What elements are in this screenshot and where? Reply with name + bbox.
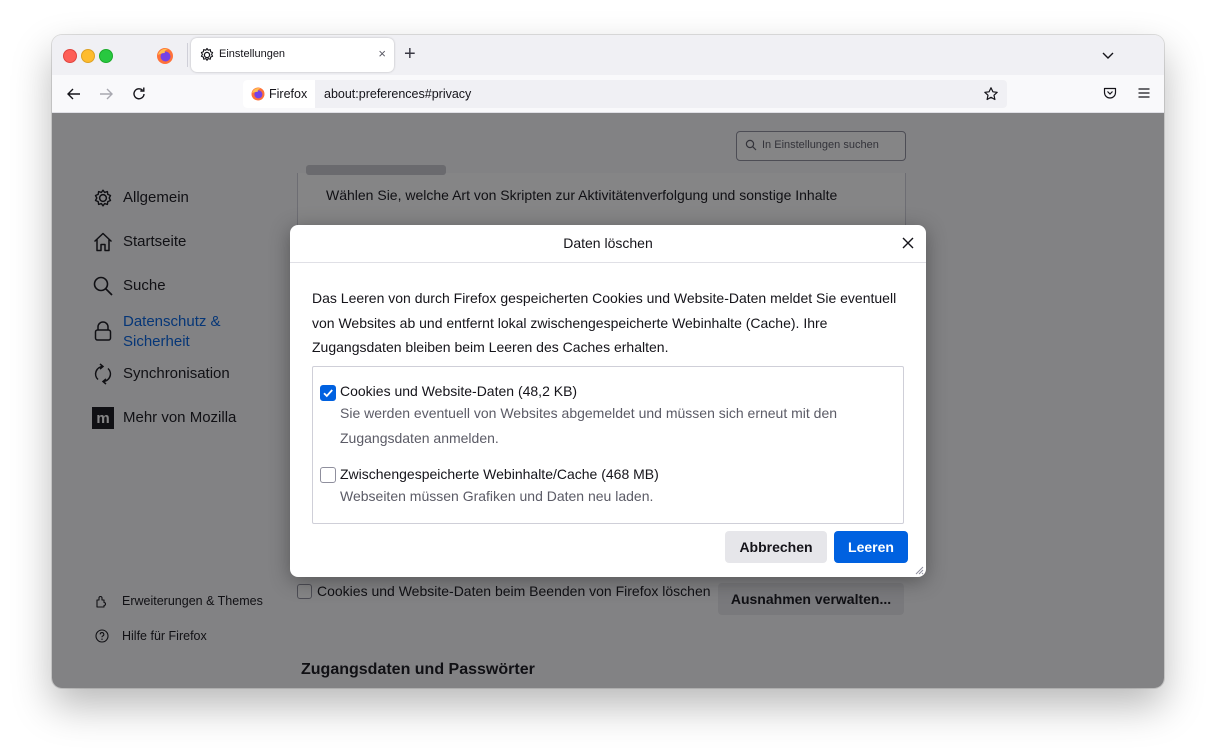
window-minimize-button[interactable] [81, 49, 95, 63]
forward-arrow-icon[interactable] [97, 85, 115, 103]
check-icon [323, 389, 333, 398]
gear-icon [200, 47, 214, 61]
cache-option-label[interactable]: Zwischengespeicherte Webinhalte/Cache (4… [340, 466, 659, 482]
navigation-toolbar: Firefox about:preferences#privacy [52, 75, 1164, 113]
cache-checkbox[interactable] [320, 467, 336, 483]
dialog-description: Das Leeren von durch Firefox gespeichert… [312, 290, 897, 355]
cookies-option-description: Sie werden eventuell von Websites abgeme… [340, 405, 838, 446]
clear-data-dialog: Daten löschen Das Leeren von durch Firef… [290, 225, 926, 577]
firefox-logo-icon [251, 87, 265, 101]
pocket-icon[interactable] [1103, 86, 1117, 100]
reload-icon[interactable] [130, 85, 148, 103]
window-zoom-button[interactable] [99, 49, 113, 63]
identity-box[interactable]: Firefox [243, 80, 315, 108]
identity-label: Firefox [269, 87, 308, 101]
cancel-button[interactable]: Abbrechen [725, 531, 827, 563]
tab-title: Einstellungen [219, 48, 286, 60]
tab-separator [187, 43, 188, 67]
window-close-button[interactable] [63, 49, 77, 63]
browser-window: Einstellungen × + Firefox about:preferen… [52, 35, 1164, 688]
new-tab-button[interactable]: + [404, 43, 416, 65]
options-box: Cookies und Website-Daten (48,2 KB) Sie … [312, 366, 904, 524]
back-arrow-icon[interactable] [65, 85, 83, 103]
chevron-down-icon[interactable] [1100, 47, 1116, 63]
tab-settings[interactable]: Einstellungen × [191, 38, 394, 72]
cookies-checkbox[interactable] [320, 385, 336, 401]
url-bar[interactable]: Firefox about:preferences#privacy [243, 80, 1007, 108]
settings-page: In Einstellungen suchen Allgemein Starts… [52, 113, 1164, 688]
close-icon[interactable] [900, 235, 916, 251]
tab-close-icon[interactable]: × [378, 46, 386, 61]
dialog-title: Daten löschen [290, 225, 926, 263]
cache-option-description: Webseiten müssen Grafiken und Daten neu … [340, 488, 654, 504]
bookmark-star-icon[interactable] [983, 86, 999, 102]
url-text[interactable]: about:preferences#privacy [324, 87, 471, 101]
hamburger-menu-icon[interactable] [1137, 86, 1151, 100]
cookies-option-label[interactable]: Cookies und Website-Daten (48,2 KB) [340, 383, 577, 399]
firefox-pinned-tab-icon[interactable] [156, 47, 174, 65]
resize-grip-icon[interactable] [914, 565, 924, 575]
tab-strip: Einstellungen × + [52, 35, 1164, 75]
clear-button[interactable]: Leeren [834, 531, 908, 563]
